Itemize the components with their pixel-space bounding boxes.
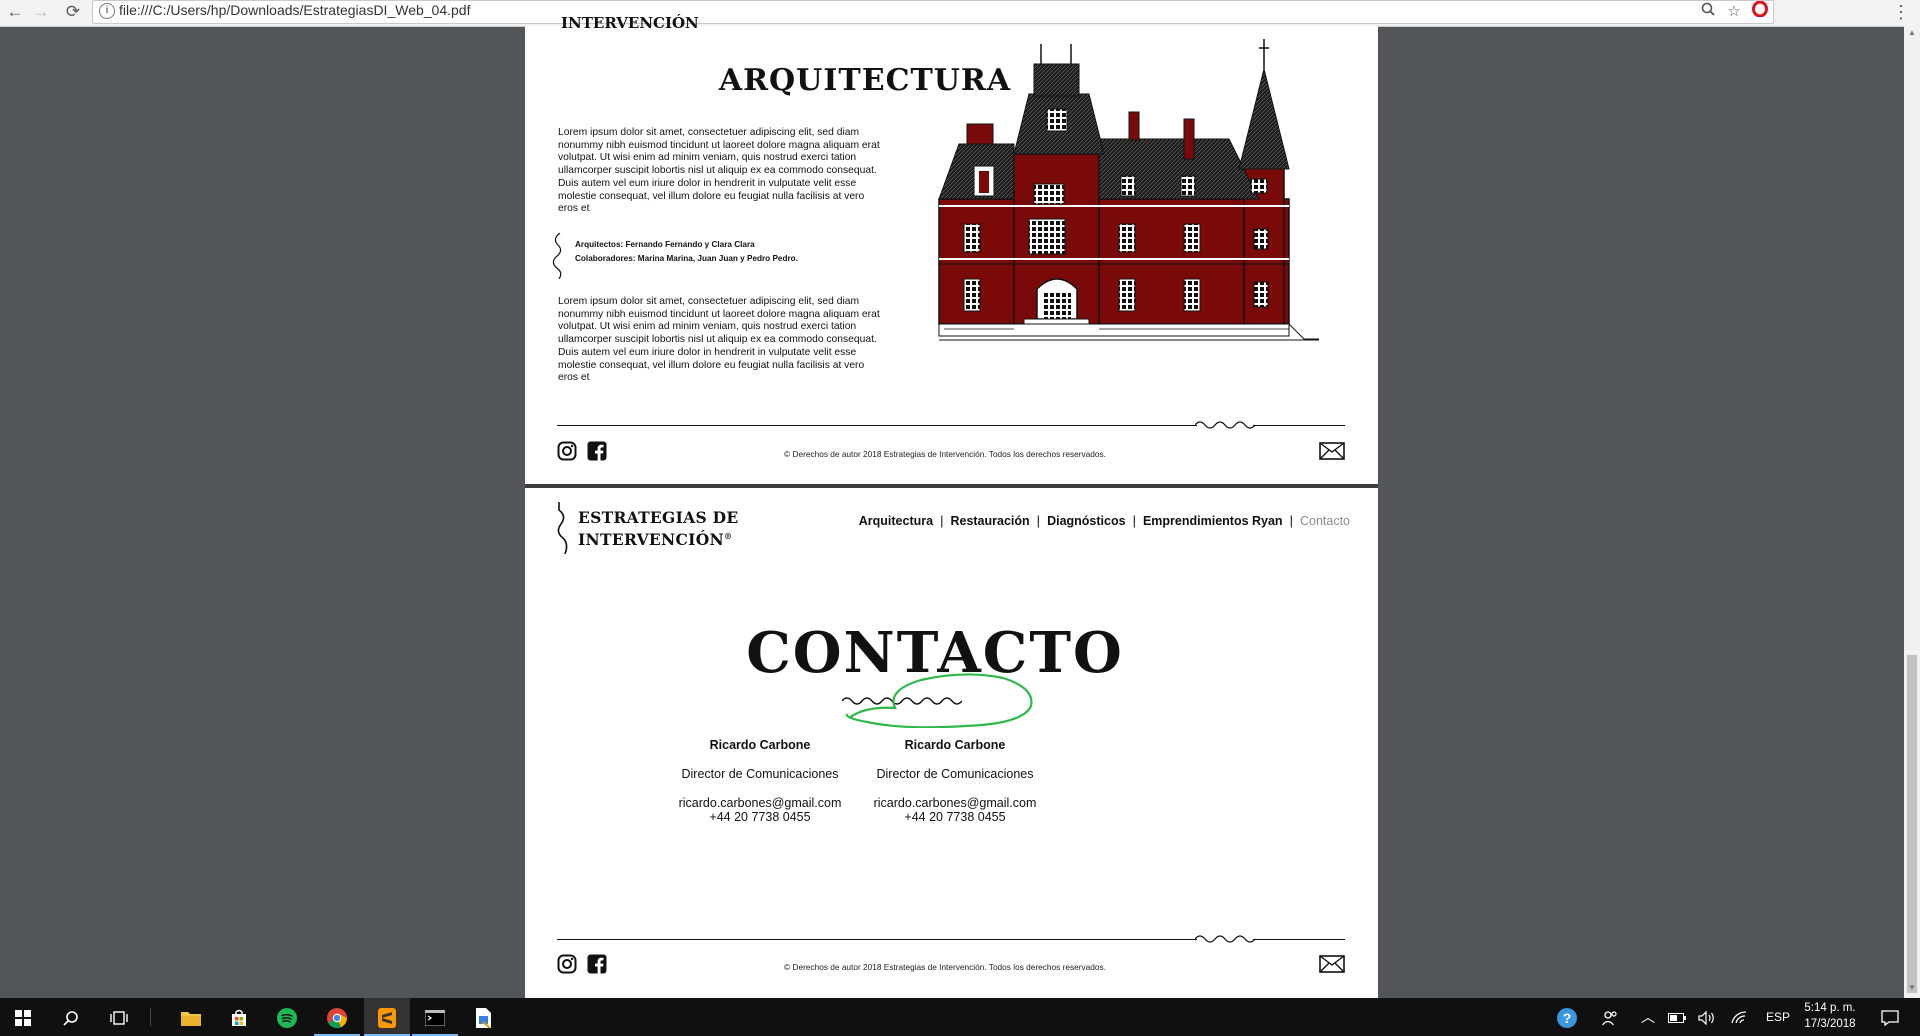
nav-separator: | xyxy=(940,513,944,528)
task-view-icon[interactable] xyxy=(96,998,142,1036)
nav-separator: | xyxy=(1036,513,1041,528)
nav-separator: | xyxy=(1289,513,1293,528)
language-indicator[interactable]: ESP xyxy=(1758,998,1798,1036)
forward-arrow-icon[interactable]: → xyxy=(30,0,52,24)
chevron-up-icon[interactable]: ︿ xyxy=(1636,998,1660,1036)
chrome-icon[interactable] xyxy=(314,998,360,1036)
footer-rule xyxy=(557,939,1197,940)
squiggle-icon xyxy=(1195,421,1255,429)
victorian-building-illustration xyxy=(938,39,1319,341)
footer-rule-end xyxy=(1253,939,1345,940)
footer-copyright: © Derechos de autor 2018 Estrategias de … xyxy=(784,449,1106,459)
mail-icon[interactable] xyxy=(1319,442,1345,460)
battery-icon[interactable] xyxy=(1664,998,1690,1036)
contact-2-role: Director de Comunicaciones xyxy=(876,767,1034,781)
nav-item-diagnosticos[interactable]: Diagnósticos xyxy=(1047,514,1126,528)
nav-item-arquitectura[interactable]: Arquitectura xyxy=(859,514,933,528)
zoom-icon[interactable] xyxy=(1697,1,1719,23)
paragraph-2: Lorem ipsum dolor sit amet, consectetuer… xyxy=(558,296,880,384)
pdf-page-arquitectura: INTERVENCIÓN ARQUITECTURA Lorem ipsum do… xyxy=(525,14,1378,484)
address-bar[interactable]: i file:///C:/Users/hp/Downloads/Estrateg… xyxy=(92,0,1774,24)
footer-copyright: © Derechos de autor 2018 Estrategias de … xyxy=(784,962,1106,972)
windows-taskbar: ? ︿ ESP 5:14 p. m. 17/3/2018 xyxy=(0,998,1920,1036)
main-nav: Arquitectura | Restauración | Diagnóstic… xyxy=(859,513,1350,528)
footer-rule xyxy=(557,425,1197,426)
bookmark-star-icon[interactable]: ☆ xyxy=(1723,1,1745,23)
menu-icon[interactable]: ⋮ xyxy=(1890,0,1912,24)
pdf-page-contacto: ESTRATEGIAS DE INTERVENCIÓN® Arquitectur… xyxy=(525,488,1378,998)
logo-line-2[interactable]: INTERVENCIÓN® xyxy=(578,527,732,549)
clock-date: 17/3/2018 xyxy=(1804,1018,1856,1030)
contact-1-role: Director de Comunicaciones xyxy=(681,767,839,781)
clock-time: 5:14 p. m. xyxy=(1804,1002,1856,1014)
info-icon[interactable]: i xyxy=(99,3,115,19)
browser-toolbar: ← → ⟳ i file:///C:/Users/hp/Downloads/Es… xyxy=(0,0,1920,27)
sublime-text-icon[interactable] xyxy=(364,998,410,1036)
nav-separator: | xyxy=(1132,513,1136,528)
svg-text:?: ? xyxy=(1563,1010,1572,1026)
contact-2-email[interactable]: ricardo.carbones@gmail.com xyxy=(860,796,1050,810)
opera-extension-icon[interactable] xyxy=(1749,0,1771,23)
terminal-icon[interactable] xyxy=(412,998,458,1036)
contact-1-phone[interactable]: +44 20 7738 0455 xyxy=(680,810,840,824)
reload-icon[interactable]: ⟳ xyxy=(62,0,84,24)
windows-start-icon[interactable] xyxy=(0,998,46,1036)
wavy-line-icon xyxy=(552,233,562,279)
contact-1-email[interactable]: ricardo.carbones@gmail.com xyxy=(665,796,855,810)
mail-icon[interactable] xyxy=(1319,955,1345,973)
instagram-icon[interactable] xyxy=(557,954,577,974)
scrollbar-thumb[interactable] xyxy=(1907,655,1917,993)
scroll-down-arrow-icon[interactable]: ▼ xyxy=(1906,983,1918,995)
paragraph-1: Lorem ipsum dolor sit amet, consectetuer… xyxy=(558,127,880,215)
file-editor-icon[interactable] xyxy=(460,998,506,1036)
help-icon[interactable]: ? xyxy=(1552,998,1582,1036)
system-clock[interactable]: 5:14 p. m. 17/3/2018 xyxy=(1800,1000,1860,1034)
people-icon[interactable] xyxy=(1596,998,1624,1036)
volume-icon[interactable] xyxy=(1694,998,1720,1036)
search-icon[interactable] xyxy=(48,998,94,1036)
store-icon[interactable] xyxy=(216,998,262,1036)
logo-wave-icon xyxy=(557,502,568,554)
scroll-up-arrow-icon[interactable]: ▲ xyxy=(1906,28,1918,40)
squiggle-icon xyxy=(1195,935,1255,943)
logo-line-1[interactable]: ESTRATEGIAS DE xyxy=(578,508,739,527)
nav-item-emprendimientos-ryan[interactable]: Emprendimientos Ryan xyxy=(1143,514,1283,528)
contact-2-phone[interactable]: +44 20 7738 0455 xyxy=(875,810,1035,824)
facebook-icon[interactable] xyxy=(587,441,607,461)
collaborators-credit: Colaboradores: Marina Marina, Juan Juan … xyxy=(575,254,798,263)
contact-2-name: Ricardo Carbone xyxy=(904,738,1006,752)
architects-credit: Arquitectos: Fernando Fernando y Clara C… xyxy=(575,240,755,249)
nav-item-restauracion[interactable]: Restauración xyxy=(950,514,1029,528)
spotify-icon[interactable] xyxy=(264,998,310,1036)
notification-center-icon[interactable] xyxy=(1870,998,1910,1036)
url-text[interactable]: file:///C:/Users/hp/Downloads/Estrategia… xyxy=(119,2,470,18)
green-annotation-scribble xyxy=(845,673,1033,728)
header-logo-fragment: INTERVENCIÓN xyxy=(561,14,699,32)
file-explorer-icon[interactable] xyxy=(168,998,214,1036)
contact-1-name: Ricardo Carbone xyxy=(709,738,811,752)
instagram-icon[interactable] xyxy=(557,441,577,461)
wifi-icon[interactable] xyxy=(1726,998,1752,1036)
nav-item-contacto[interactable]: Contacto xyxy=(1300,514,1350,528)
taskbar-divider xyxy=(150,1008,151,1026)
back-arrow-icon[interactable]: ← xyxy=(4,0,26,24)
footer-rule-end xyxy=(1253,425,1345,426)
facebook-icon[interactable] xyxy=(587,954,607,974)
